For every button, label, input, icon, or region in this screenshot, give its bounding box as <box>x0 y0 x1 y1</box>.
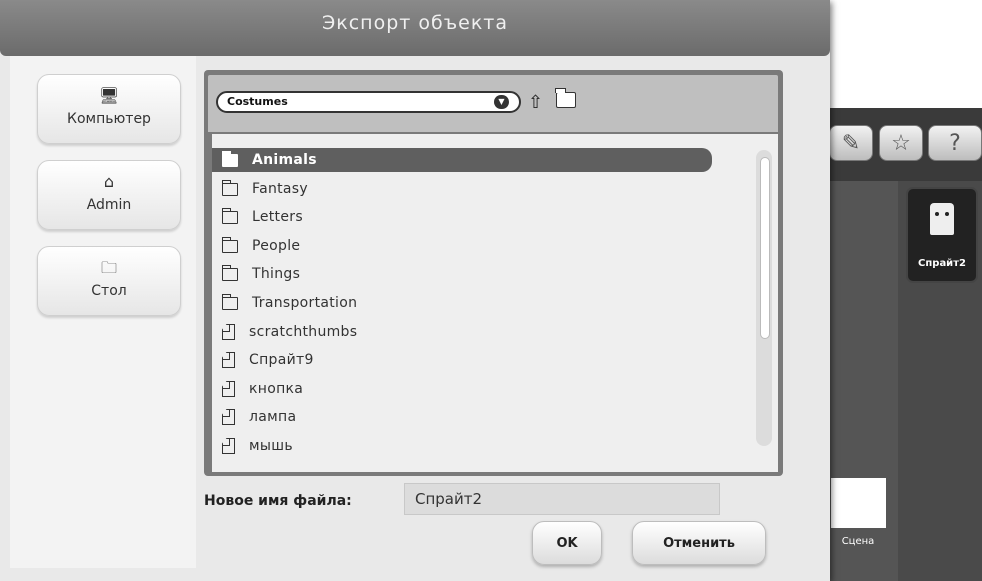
chevron-down-icon[interactable]: ▼ <box>494 95 509 109</box>
list-item-label: Things <box>252 266 301 282</box>
place-computer-button[interactable]: 🖥 Компьютер <box>37 74 181 144</box>
list-item-label: People <box>252 238 301 254</box>
list-item-label: кнопка <box>249 381 304 397</box>
folder-list-item[interactable]: Letters <box>212 205 712 229</box>
list-item-label: мышь <box>249 438 293 454</box>
folder-select-value: Costumes <box>227 95 288 108</box>
list-item-label: Fantasy <box>252 181 308 197</box>
desktop-folder-icon: 🗀 <box>100 258 117 277</box>
folder-list-item[interactable]: Things <box>212 262 712 286</box>
file-list-item[interactable]: Спрайт9 <box>212 348 712 372</box>
folder-list-item[interactable]: Fantasy <box>212 177 712 201</box>
folder-icon <box>221 264 238 281</box>
list-item-label: лампа <box>249 409 297 425</box>
folder-icon <box>221 207 238 224</box>
paint-sprite-icon[interactable]: ✎ <box>829 125 873 161</box>
ok-button[interactable]: OK <box>532 521 602 565</box>
sprite-thumbnail[interactable]: Спрайт2 <box>906 187 978 283</box>
folder-list-item[interactable]: Animals <box>212 148 712 172</box>
filename-input[interactable] <box>404 483 720 515</box>
parent-folder-icon[interactable]: ⇧ <box>528 92 543 113</box>
place-label: Admin <box>86 197 132 213</box>
folder-select[interactable]: Costumes ▼ <box>216 91 521 113</box>
place-label: Стол <box>91 283 127 299</box>
dialog-title: Экспорт объекта <box>321 12 509 34</box>
sprite-costume-icon <box>930 203 954 235</box>
folder-icon <box>221 179 238 196</box>
new-folder-icon[interactable] <box>555 88 576 108</box>
place-admin-button[interactable]: ⌂ Admin <box>37 160 181 230</box>
folder-list-item[interactable]: People <box>212 234 712 258</box>
folder-icon <box>221 236 238 253</box>
place-desktop-button[interactable]: 🗀 Стол <box>37 246 181 316</box>
choose-sprite-icon[interactable]: ? <box>928 125 982 161</box>
file-list-item[interactable]: scratchthumbs <box>212 320 712 344</box>
scrollbar-thumb[interactable] <box>760 157 770 339</box>
file-icon <box>222 409 235 425</box>
list-item-label: Transportation <box>252 295 358 311</box>
file-icon <box>222 381 235 397</box>
computer-icon: 🖥 <box>98 86 120 105</box>
file-icon <box>222 352 235 368</box>
random-sprite-icon[interactable]: ☆ <box>879 125 923 161</box>
filename-label: Новое имя файла: <box>204 493 352 509</box>
file-icon <box>222 324 235 340</box>
folder-icon <box>221 150 238 167</box>
stage-thumbnail[interactable] <box>831 478 886 528</box>
list-item-label: Letters <box>252 209 303 225</box>
file-list-item[interactable]: лампа <box>212 405 712 429</box>
list-item-label: Animals <box>252 152 317 168</box>
cancel-button[interactable]: Отменить <box>632 521 766 565</box>
dialog-title-bar: Экспорт объекта <box>0 0 830 56</box>
sprite-label: Спрайт2 <box>918 258 966 269</box>
folder-icon <box>221 293 238 310</box>
stage-label: Сцена <box>841 536 875 547</box>
place-label: Компьютер <box>67 111 151 127</box>
list-item-label: Спрайт9 <box>249 352 314 368</box>
home-icon: ⌂ <box>103 172 115 191</box>
list-item-label: scratchthumbs <box>249 324 358 340</box>
file-icon <box>222 438 235 454</box>
file-list-item[interactable]: мышь <box>212 434 712 458</box>
file-list-item[interactable]: кнопка <box>212 377 712 401</box>
folder-list-item[interactable]: Transportation <box>212 291 712 315</box>
